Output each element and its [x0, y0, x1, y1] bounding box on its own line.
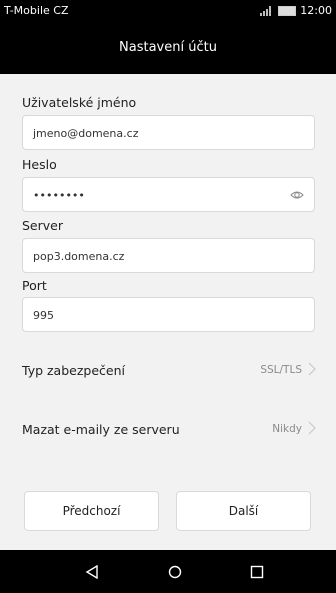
- username-label: Uživatelské jméno: [22, 95, 137, 110]
- port-value: 995: [33, 309, 54, 322]
- eye-icon[interactable]: [290, 188, 304, 202]
- back-icon: [85, 564, 98, 579]
- status-bar: T-Mobile CZ 12:00: [0, 0, 336, 22]
- title-bar: Nastavení účtu: [0, 22, 336, 74]
- security-type-label: Typ zabezpečení: [22, 363, 125, 378]
- next-button[interactable]: Další: [176, 491, 311, 531]
- delete-from-server-row[interactable]: Mazat e-maily ze serveru Nikdy: [0, 407, 336, 453]
- page-title: Nastavení účtu: [119, 40, 217, 55]
- previous-button[interactable]: Předchozí: [24, 491, 159, 531]
- delete-from-server-value: Nikdy: [272, 423, 302, 435]
- password-field[interactable]: ••••••••: [22, 177, 315, 212]
- delete-from-server-label: Mazat e-maily ze serveru: [22, 422, 180, 437]
- server-value: pop3.domena.cz: [33, 250, 125, 263]
- chevron-right-icon: [308, 362, 316, 376]
- navigation-bar: [0, 550, 336, 593]
- password-label: Heslo: [22, 157, 57, 172]
- home-icon: [168, 565, 182, 578]
- chevron-right-icon: [308, 421, 316, 435]
- clock: 12:00: [300, 4, 332, 17]
- status-icons: 12:00: [260, 4, 332, 17]
- port-field[interactable]: 995: [22, 297, 315, 332]
- security-type-row[interactable]: Typ zabezpečení SSL/TLS: [0, 348, 336, 394]
- recent-apps-button[interactable]: [227, 550, 287, 593]
- password-value: ••••••••: [33, 189, 85, 202]
- username-field[interactable]: jmeno@domena.cz: [22, 115, 315, 150]
- home-button[interactable]: [145, 550, 205, 593]
- carrier-name: T-Mobile CZ: [4, 4, 69, 17]
- username-value: jmeno@domena.cz: [33, 127, 139, 140]
- battery-icon: [278, 5, 297, 16]
- recent-apps-icon: [250, 565, 264, 578]
- server-label: Server: [22, 218, 63, 233]
- back-button[interactable]: [62, 550, 122, 593]
- signal-icon: [260, 5, 272, 16]
- security-type-value: SSL/TLS: [260, 364, 302, 376]
- server-field[interactable]: pop3.domena.cz: [22, 238, 315, 273]
- port-label: Port: [22, 278, 47, 293]
